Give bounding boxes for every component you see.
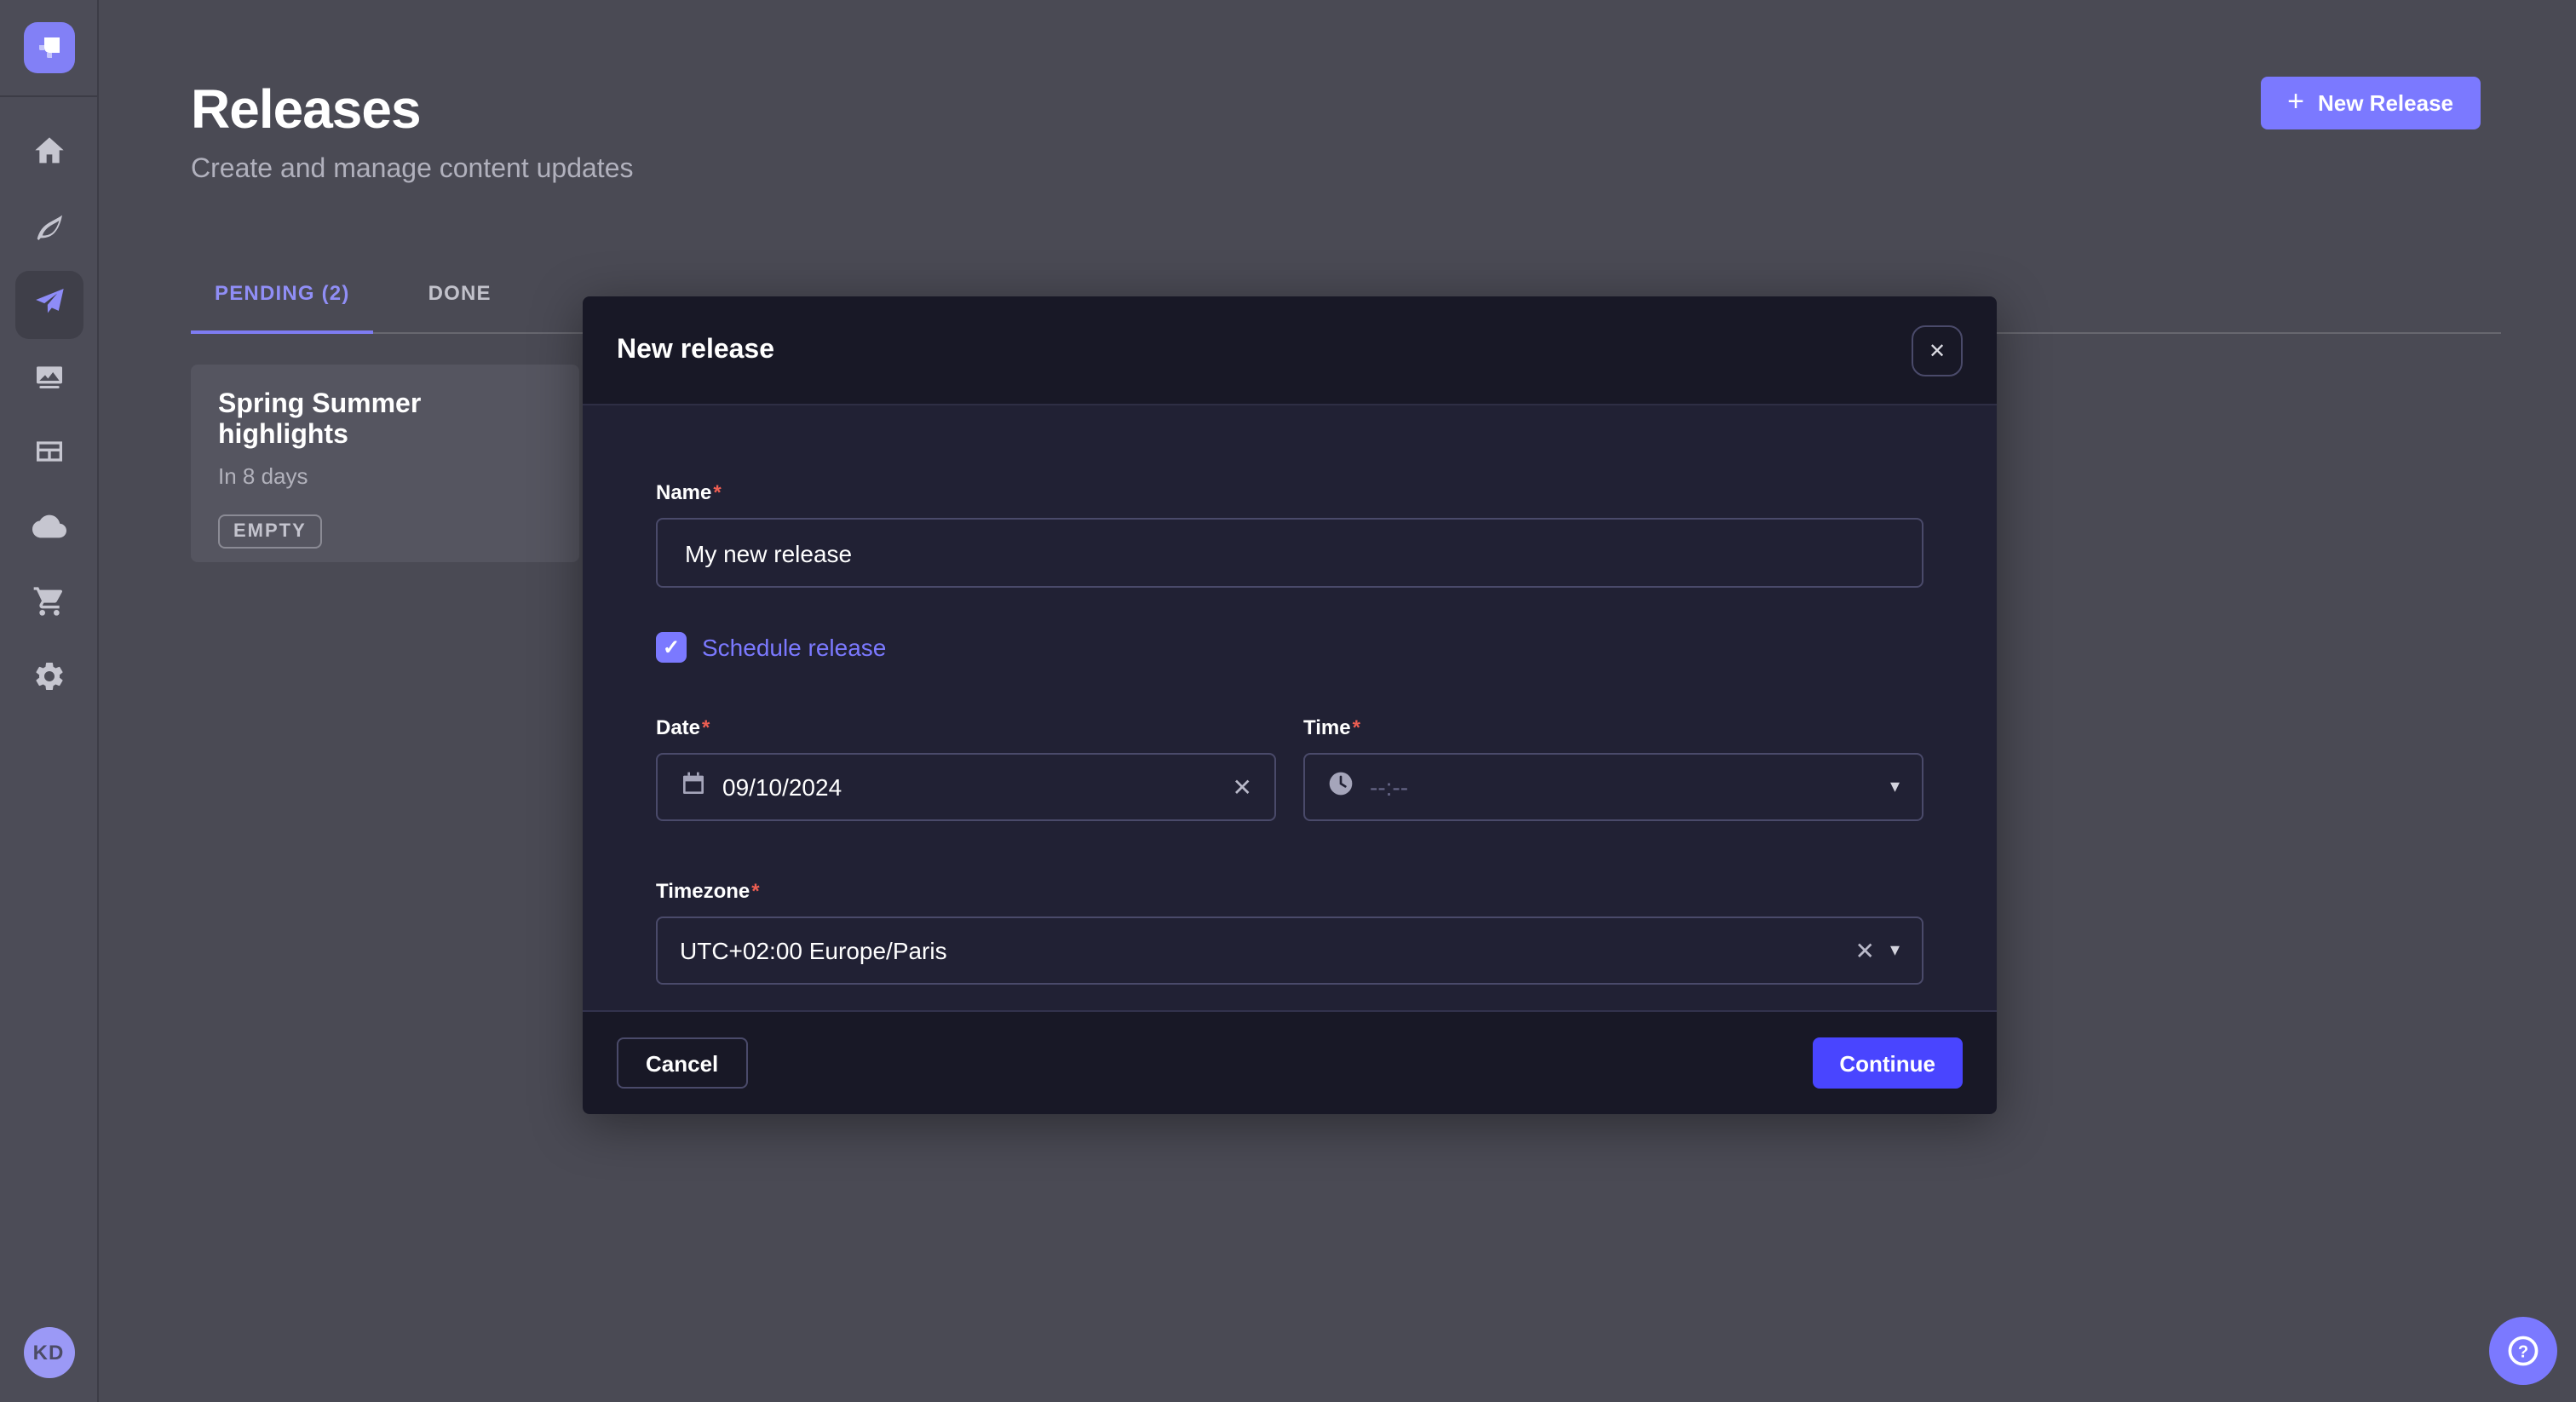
cancel-button[interactable]: Cancel — [617, 1037, 747, 1089]
svg-text:?: ? — [2518, 1342, 2528, 1361]
cloud-icon — [32, 509, 66, 551]
schedule-release-label: Schedule release — [702, 634, 886, 661]
sidebar-item-home[interactable] — [14, 121, 83, 189]
timezone-label-text: Timezone — [656, 879, 750, 903]
shopping-cart-icon — [32, 583, 66, 626]
sidebar-divider — [0, 95, 97, 97]
page-header: Releases Create and manage content updat… — [99, 0, 2576, 186]
timezone-label: Timezone* — [656, 879, 760, 903]
new-release-button[interactable]: + New Release — [2260, 77, 2481, 129]
new-release-modal: New release ✕ Name* ✓ Schedule release D… — [583, 296, 1997, 1114]
modal-footer: Cancel Continue — [583, 1010, 1997, 1114]
home-icon — [32, 134, 66, 176]
calendar-icon — [680, 769, 707, 805]
sidebar-nav — [14, 121, 83, 714]
required-asterisk: * — [713, 480, 721, 504]
tab-pending[interactable]: PENDING (2) — [191, 281, 374, 334]
date-picker[interactable]: 09/10/2024 ✕ — [656, 753, 1276, 821]
close-button[interactable]: ✕ — [1912, 325, 1963, 376]
time-label: Time* — [1303, 715, 1360, 739]
name-field-group: Name* — [656, 477, 1923, 588]
required-asterisk: * — [751, 879, 759, 903]
date-field-group: Date* 09/10/2024 ✕ — [656, 712, 1276, 821]
modal-title: New release — [617, 335, 774, 365]
sidebar-footer: KD — [23, 1327, 74, 1378]
name-label-text: Name — [656, 480, 711, 504]
sidebar-item-settings[interactable] — [14, 646, 83, 714]
required-asterisk: * — [702, 715, 710, 739]
help-button[interactable]: ? — [2489, 1317, 2557, 1385]
pictures-icon — [32, 359, 66, 401]
help-icon: ? — [2504, 1332, 2542, 1370]
page-subtitle: Create and manage content updates — [191, 155, 2481, 186]
schedule-release-toggle[interactable]: ✓ Schedule release — [656, 632, 1923, 663]
checkbox-checked-icon[interactable]: ✓ — [656, 632, 687, 663]
chevron-down-icon[interactable]: ▾ — [1890, 941, 1900, 960]
continue-button[interactable]: Continue — [1812, 1037, 1963, 1089]
page-title: Releases — [191, 78, 2481, 141]
date-value: 09/10/2024 — [722, 773, 842, 801]
release-card-schedule: In 8 days — [218, 463, 552, 489]
sidebar-item-releases[interactable] — [14, 271, 83, 339]
new-release-button-label: New Release — [2318, 90, 2453, 116]
date-time-row: Date* 09/10/2024 ✕ Tim — [656, 712, 1923, 821]
time-field-group: Time* --:-- ▾ — [1303, 712, 1923, 821]
date-label: Date* — [656, 715, 710, 739]
time-placeholder: --:-- — [1370, 773, 1408, 801]
gear-icon — [32, 658, 66, 701]
name-label: Name* — [656, 480, 722, 504]
modal-body: Name* ✓ Schedule release Date* — [583, 405, 1997, 1010]
status-badge: EMPTY — [218, 514, 322, 549]
name-input[interactable] — [656, 518, 1923, 588]
layout-icon — [32, 434, 66, 476]
sidebar-item-marketplace[interactable] — [14, 571, 83, 639]
sidebar-item-media-library[interactable] — [14, 346, 83, 414]
user-avatar[interactable]: KD — [23, 1327, 74, 1378]
clock-icon — [1327, 769, 1354, 805]
strapi-logo[interactable] — [23, 22, 74, 73]
time-label-text: Time — [1303, 715, 1351, 739]
feather-pen-icon — [32, 209, 66, 251]
clear-timezone-icon[interactable]: ✕ — [1854, 939, 1874, 962]
strapi-logo-icon — [33, 32, 64, 63]
time-picker[interactable]: --:-- ▾ — [1303, 753, 1923, 821]
timezone-field-group: Timezone* UTC+02:00 Europe/Paris ✕ ▾ — [656, 876, 1923, 985]
plus-icon: + — [2287, 87, 2304, 116]
sidebar: KD — [0, 0, 99, 1402]
sidebar-item-deploy[interactable] — [14, 496, 83, 564]
timezone-select[interactable]: UTC+02:00 Europe/Paris ✕ ▾ — [656, 916, 1923, 985]
modal-header: New release ✕ — [583, 296, 1997, 405]
chevron-down-icon[interactable]: ▾ — [1890, 778, 1900, 796]
sidebar-item-content-manager[interactable] — [14, 196, 83, 264]
release-card[interactable]: Spring Summer highlights In 8 days EMPTY — [191, 365, 579, 562]
required-asterisk: * — [1353, 715, 1360, 739]
tab-done[interactable]: DONE — [405, 281, 515, 334]
date-label-text: Date — [656, 715, 700, 739]
close-icon: ✕ — [1929, 338, 1946, 362]
timezone-value: UTC+02:00 Europe/Paris — [680, 937, 947, 964]
paper-plane-icon — [32, 284, 66, 326]
sidebar-item-content-type-builder[interactable] — [14, 421, 83, 489]
clear-date-icon[interactable]: ✕ — [1233, 775, 1252, 799]
app-root: KD Releases Create and manage content up… — [0, 0, 2576, 1402]
release-card-title: Spring Summer highlights — [218, 390, 552, 451]
